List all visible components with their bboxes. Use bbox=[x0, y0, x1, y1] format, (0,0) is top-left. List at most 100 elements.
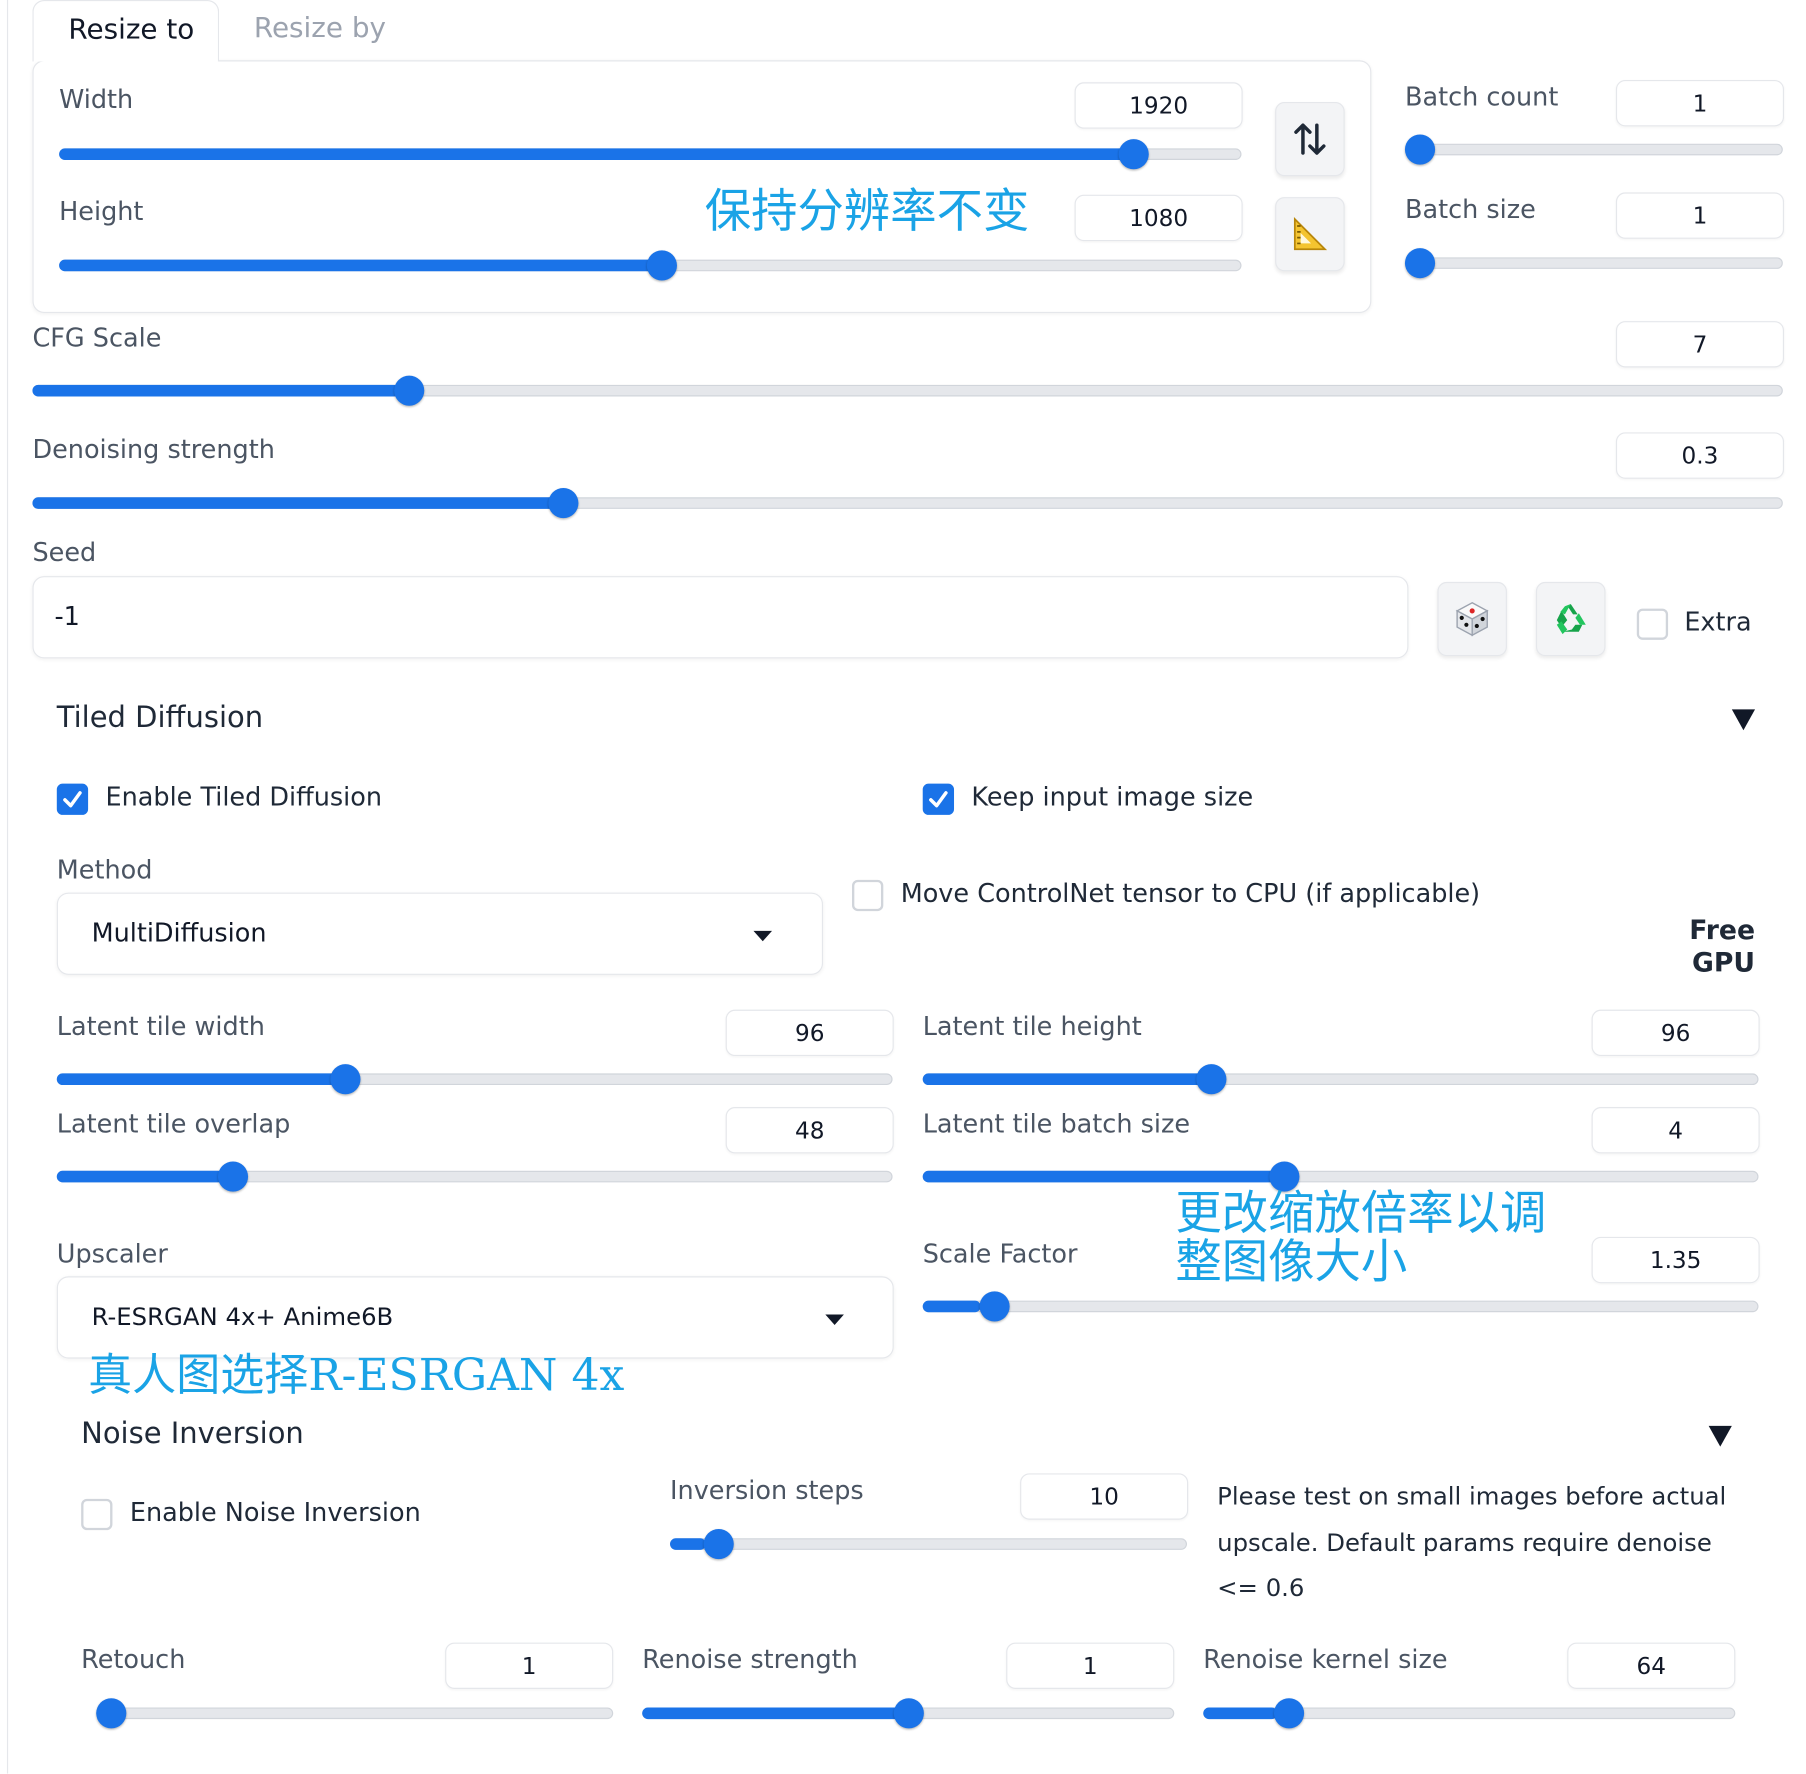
noise-inversion-collapse-icon[interactable] bbox=[1708, 1425, 1732, 1447]
tile-batch-input[interactable]: 4 bbox=[1591, 1107, 1760, 1154]
tile-height-slider-thumb[interactable] bbox=[1196, 1064, 1227, 1095]
seed-value: -1 bbox=[54, 602, 80, 632]
renoise-kernel-slider-thumb[interactable] bbox=[1273, 1698, 1304, 1729]
retouch-slider-thumb[interactable] bbox=[96, 1698, 127, 1729]
tab-resize-to[interactable]: Resize to bbox=[32, 0, 220, 62]
chevron-down-icon bbox=[753, 930, 773, 942]
batch-count-slider-thumb[interactable] bbox=[1404, 134, 1436, 165]
enable-tiled-diffusion-checkbox[interactable] bbox=[56, 783, 89, 815]
ruler-triangle-icon bbox=[1293, 216, 1328, 251]
retouch-input[interactable]: 1 bbox=[445, 1642, 614, 1689]
inversion-steps-input[interactable]: 10 bbox=[1020, 1473, 1189, 1520]
seed-input[interactable]: -1 bbox=[32, 576, 1409, 659]
upscaler-annotation: 真人图选择R-ESRGAN 4x bbox=[88, 1349, 625, 1401]
img2img-settings-panel: Resize to Resize by Width 1920 Height 10… bbox=[0, 0, 1806, 1774]
denoising-strength-slider-thumb[interactable] bbox=[548, 488, 579, 519]
noise-inversion-note: Please test on small images before actua… bbox=[1217, 1482, 1727, 1603]
tile-overlap-input[interactable]: 48 bbox=[725, 1107, 894, 1154]
retouch-label: Retouch bbox=[81, 1646, 186, 1676]
cfg-scale-slider[interactable] bbox=[32, 375, 1783, 406]
extra-seed-checkbox[interactable] bbox=[1636, 608, 1669, 640]
width-slider[interactable] bbox=[59, 139, 1242, 170]
enable-noise-inversion-label: Enable Noise Inversion bbox=[129, 1498, 421, 1528]
inversion-steps-slider-thumb[interactable] bbox=[704, 1528, 735, 1560]
scale-factor-slider[interactable] bbox=[922, 1291, 1759, 1322]
detect-size-button[interactable] bbox=[1275, 197, 1345, 272]
tab-resize-by[interactable]: Resize by bbox=[254, 12, 386, 44]
batch-count-input[interactable]: 1 bbox=[1615, 79, 1785, 127]
denoising-strength-label: Denoising strength bbox=[32, 435, 275, 465]
batch-size-slider-thumb[interactable] bbox=[1404, 248, 1436, 279]
width-slider-thumb[interactable] bbox=[1119, 139, 1150, 170]
free-gpu-button[interactable]: Free GPU bbox=[1669, 915, 1755, 980]
renoise-strength-input[interactable]: 1 bbox=[1006, 1642, 1175, 1689]
dice-icon bbox=[1455, 601, 1489, 637]
check-icon bbox=[63, 791, 82, 808]
enable-noise-inversion-checkbox[interactable] bbox=[81, 1498, 113, 1531]
recycle-icon bbox=[1556, 603, 1586, 635]
scale-annotation: 更改缩放倍率以调 整图像大小 bbox=[1175, 1189, 1546, 1286]
tile-height-slider[interactable] bbox=[922, 1064, 1759, 1095]
height-label: Height bbox=[59, 198, 144, 228]
tab-resize-by-label: Resize by bbox=[253, 11, 386, 45]
enable-tiled-diffusion-label: Enable Tiled Diffusion bbox=[105, 783, 383, 813]
random-seed-button[interactable] bbox=[1437, 581, 1507, 657]
extra-seed-label: Extra bbox=[1684, 608, 1752, 638]
batch-size-slider[interactable] bbox=[1404, 248, 1783, 279]
free-gpu-line1: Free bbox=[1689, 915, 1756, 946]
retouch-slider[interactable] bbox=[96, 1698, 614, 1729]
batch-size-input[interactable]: 1 bbox=[1615, 192, 1785, 239]
denoising-strength-slider[interactable] bbox=[32, 488, 1783, 519]
cfg-scale-label: CFG Scale bbox=[32, 324, 162, 354]
tile-width-input[interactable]: 96 bbox=[725, 1009, 894, 1057]
renoise-strength-slider-thumb[interactable] bbox=[893, 1698, 924, 1729]
tile-height-label: Latent tile height bbox=[922, 1013, 1142, 1043]
scale-factor-label: Scale Factor bbox=[922, 1240, 1078, 1270]
denoising-strength-input[interactable]: 0.3 bbox=[1615, 432, 1785, 479]
tile-overlap-label: Latent tile overlap bbox=[56, 1110, 291, 1140]
scale-annotation-line2: 整图像大小 bbox=[1175, 1235, 1408, 1290]
scale-factor-input[interactable]: 1.35 bbox=[1591, 1236, 1760, 1284]
tiled-diffusion-title: Tiled Diffusion bbox=[56, 700, 264, 734]
tile-overlap-slider-thumb[interactable] bbox=[217, 1161, 249, 1192]
reuse-seed-button[interactable] bbox=[1535, 581, 1606, 657]
tile-width-slider-thumb[interactable] bbox=[330, 1064, 361, 1095]
cfg-scale-input[interactable]: 7 bbox=[1615, 321, 1785, 368]
height-slider[interactable] bbox=[59, 250, 1242, 281]
scale-annotation-line1: 更改缩放倍率以调 bbox=[1175, 1187, 1547, 1241]
batch-count-slider[interactable] bbox=[1404, 134, 1783, 165]
inversion-steps-slider[interactable] bbox=[670, 1528, 1188, 1560]
scale-factor-slider-thumb[interactable] bbox=[979, 1291, 1010, 1322]
noise-inversion-title: Noise Inversion bbox=[81, 1416, 304, 1451]
upscaler-label: Upscaler bbox=[56, 1240, 168, 1270]
keep-input-size-label: Keep input image size bbox=[971, 783, 1254, 813]
batch-size-label: Batch size bbox=[1404, 195, 1536, 225]
upscaler-value: R-ESRGAN 4x+ Anime6B bbox=[91, 1302, 394, 1331]
renoise-kernel-slider[interactable] bbox=[1203, 1698, 1736, 1729]
batch-count-label: Batch count bbox=[1404, 83, 1559, 113]
tile-width-slider[interactable] bbox=[56, 1064, 893, 1095]
move-controlnet-checkbox[interactable] bbox=[852, 879, 884, 912]
left-border bbox=[6, 0, 9, 1774]
swap-dimensions-button[interactable] bbox=[1275, 102, 1345, 177]
width-input[interactable]: 1920 bbox=[1074, 82, 1243, 129]
height-slider-thumb[interactable] bbox=[646, 250, 677, 281]
renoise-strength-slider[interactable] bbox=[642, 1698, 1175, 1729]
tile-height-input[interactable]: 96 bbox=[1591, 1009, 1760, 1057]
keep-resolution-annotation: 保持分辨率不变 bbox=[704, 185, 1030, 239]
seed-label: Seed bbox=[32, 539, 97, 569]
tile-batch-slider[interactable] bbox=[922, 1161, 1759, 1192]
tab-resize-to-label: Resize to bbox=[68, 12, 195, 46]
tile-batch-label: Latent tile batch size bbox=[922, 1110, 1191, 1140]
renoise-strength-label: Renoise strength bbox=[642, 1646, 858, 1676]
tile-overlap-slider[interactable] bbox=[56, 1161, 893, 1192]
tiled-diffusion-collapse-icon[interactable] bbox=[1731, 709, 1756, 731]
keep-input-size-checkbox[interactable] bbox=[922, 783, 955, 815]
method-value: MultiDiffusion bbox=[91, 919, 267, 949]
tile-width-label: Latent tile width bbox=[56, 1013, 265, 1043]
swap-vertical-icon bbox=[1294, 123, 1326, 155]
height-input[interactable]: 1080 bbox=[1074, 194, 1243, 242]
cfg-scale-slider-thumb[interactable] bbox=[393, 375, 424, 406]
method-dropdown[interactable]: MultiDiffusion bbox=[56, 892, 824, 975]
renoise-kernel-input[interactable]: 64 bbox=[1567, 1642, 1736, 1689]
